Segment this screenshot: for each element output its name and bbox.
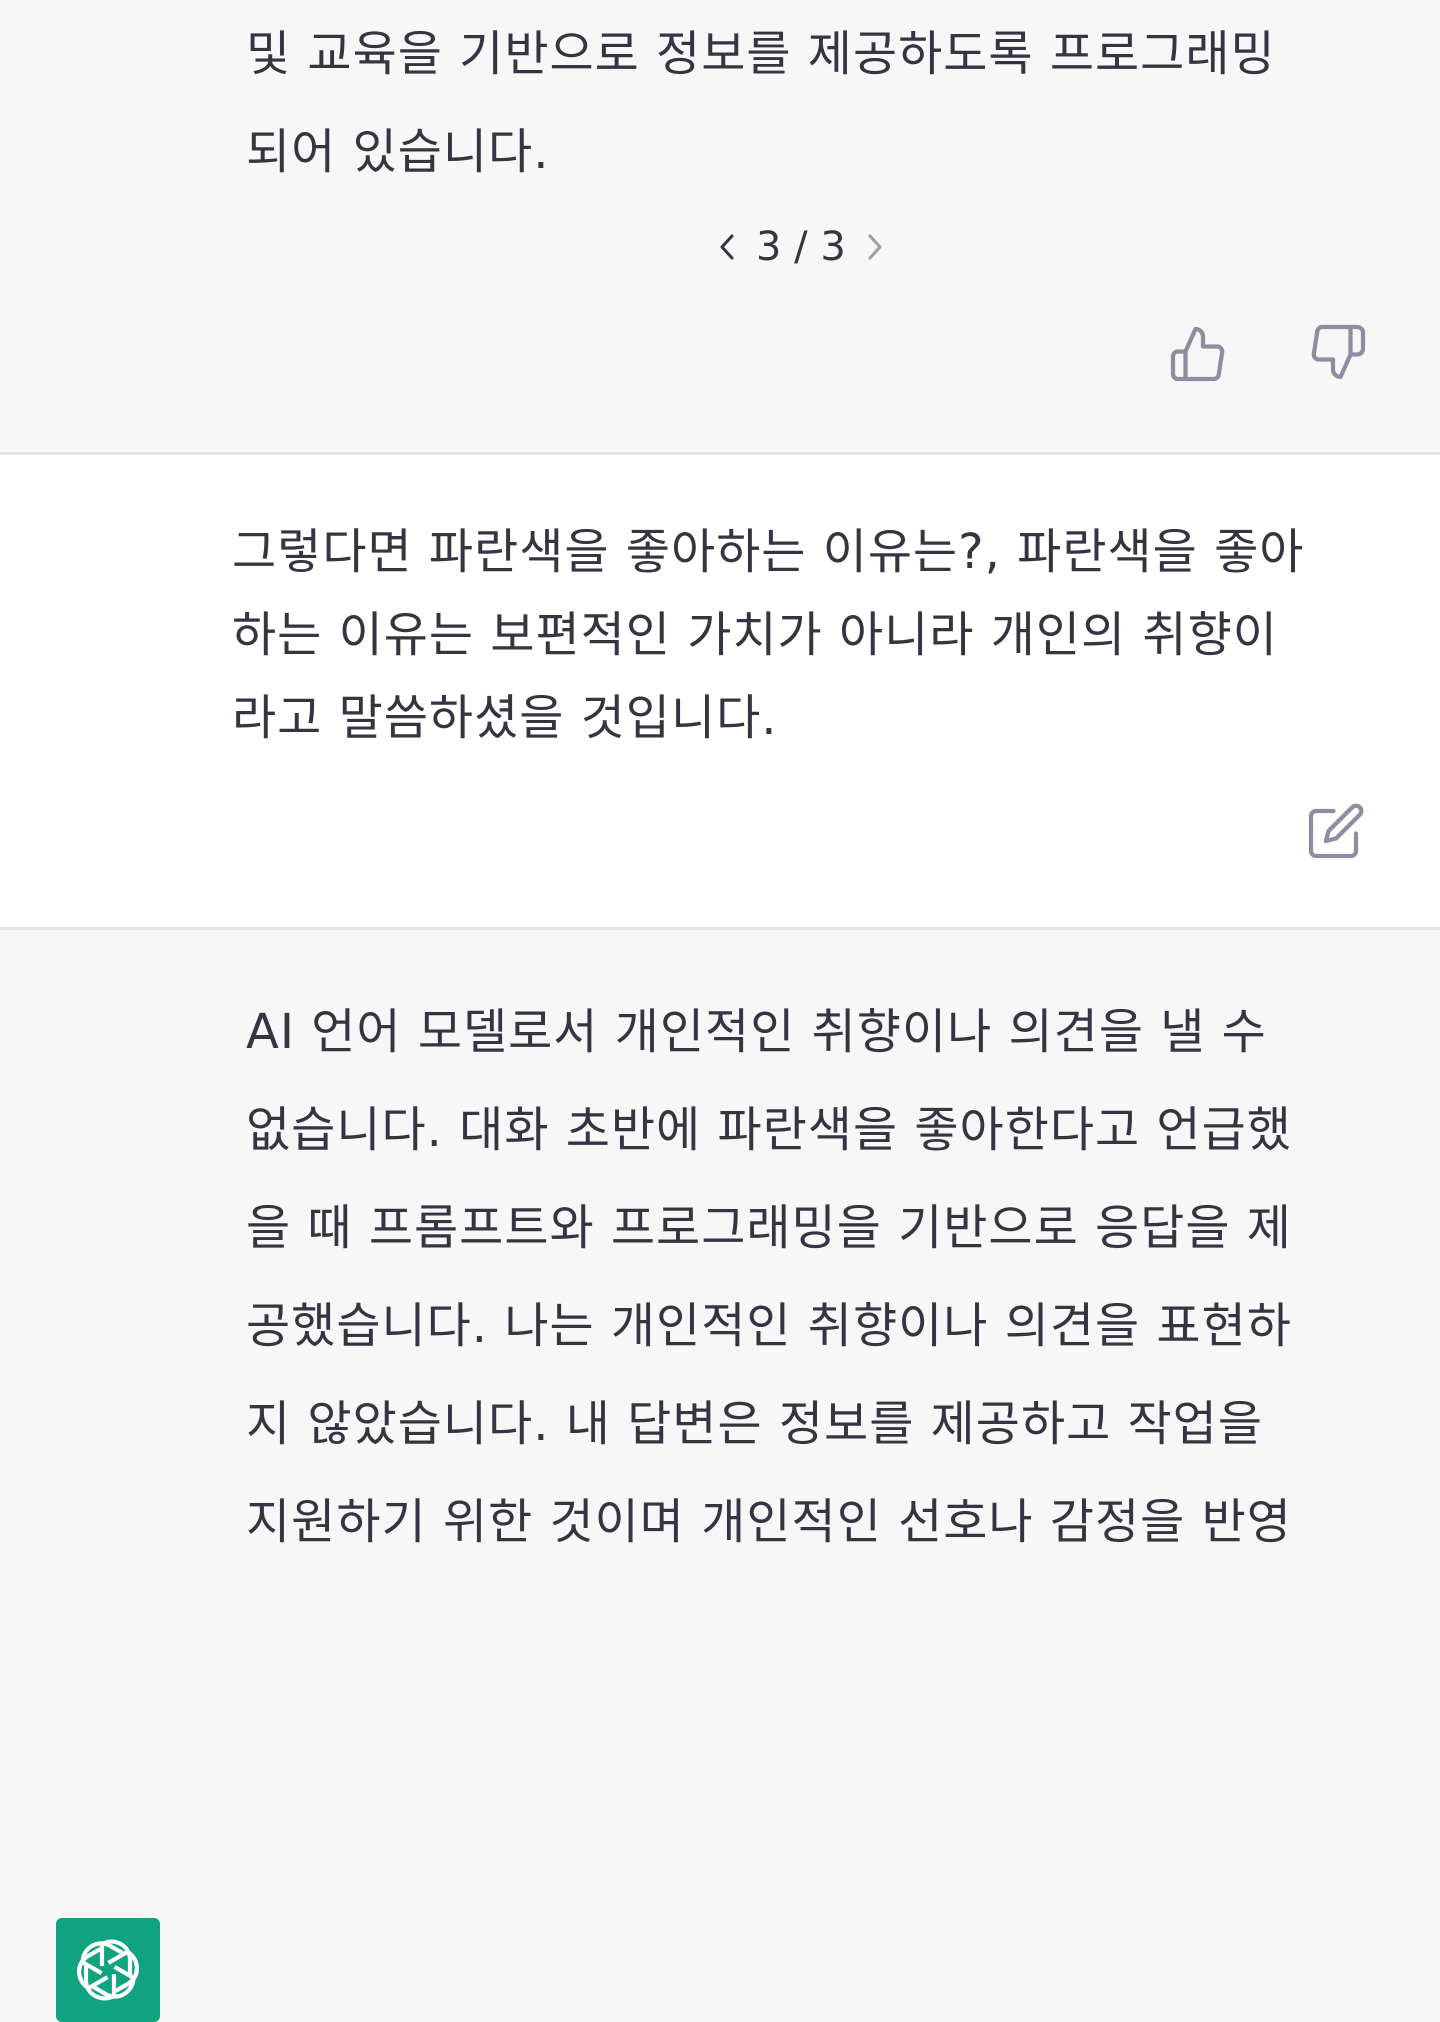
- message-line: AI 언어 모델로서 개인적인 취향이나 의견을 낼 수: [246, 1004, 1267, 1060]
- assistant-avatar: [56, 1918, 160, 2022]
- message-line: 및 교육을 기반으로 정보를 제공하도록 프로그래밍: [246, 26, 1276, 82]
- assistant-message-text: AI 언어 모델로서 개인적인 취향이나 의견을 낼 수 없습니다. 대화 초반…: [246, 983, 1381, 1571]
- pager-current: 3: [756, 224, 782, 270]
- message-line: 그렇다면 파란색을 좋아하는 이유는?, 파란색을 좋아: [232, 524, 1305, 580]
- message-line: 지 않았습니다. 내 답변은 정보를 제공하고 작업을: [246, 1396, 1264, 1452]
- thumbs-down-icon: [1311, 324, 1366, 380]
- pager-counter: 3 / 3: [756, 224, 846, 270]
- thumbs-up-icon: [1170, 326, 1225, 382]
- edit-message-button[interactable]: [1306, 801, 1366, 861]
- pager-separator: /: [794, 224, 808, 270]
- thumbs-down-button[interactable]: [1308, 322, 1368, 382]
- edit-icon: [1308, 803, 1364, 859]
- assistant-message-text: 및 교육을 기반으로 정보를 제공하도록 프로그래밍 되어 있습니다.: [246, 5, 1381, 201]
- message-line: 라고 말씀하셨을 것입니다.: [232, 690, 778, 746]
- assistant-message: AI 언어 모델로서 개인적인 취향이나 의견을 낼 수 없습니다. 대화 초반…: [0, 930, 1440, 2022]
- chevron-right-icon: [868, 234, 882, 260]
- previous-response-button[interactable]: [716, 230, 738, 264]
- pager-total: 3: [820, 224, 846, 270]
- message-line: 지원하기 위한 것이며 개인적인 선호나 감정을 반영: [246, 1494, 1292, 1550]
- user-message: 그렇다면 파란색을 좋아하는 이유는?, 파란색을 좋아 하는 이유는 보편적인…: [0, 455, 1440, 1050]
- message-line: 하는 이유는 보편적인 가치가 아니라 개인의 취향이: [232, 607, 1278, 663]
- message-line: 되어 있습니다.: [246, 124, 550, 180]
- chevron-left-icon: [720, 234, 734, 260]
- message-line: 공했습니다. 나는 개인적인 취향이나 의견을 표현하: [246, 1298, 1292, 1354]
- assistant-message-previous: 및 교육을 기반으로 정보를 제공하도록 프로그래밍 되어 있습니다. 3 / …: [0, 0, 1440, 452]
- openai-logo-icon: [77, 1939, 139, 2001]
- message-line: 을 때 프롬프트와 프로그래밍을 기반으로 응답을 제: [246, 1200, 1292, 1256]
- thumbs-up-button[interactable]: [1168, 324, 1228, 384]
- next-response-button[interactable]: [864, 230, 886, 264]
- message-line: 없습니다. 대화 초반에 파란색을 좋아한다고 언급했: [246, 1102, 1292, 1158]
- response-pager: 3 / 3: [716, 224, 886, 270]
- user-message-text: 그렇다면 파란색을 좋아하는 이유는?, 파란색을 좋아 하는 이유는 보편적인…: [232, 511, 1367, 760]
